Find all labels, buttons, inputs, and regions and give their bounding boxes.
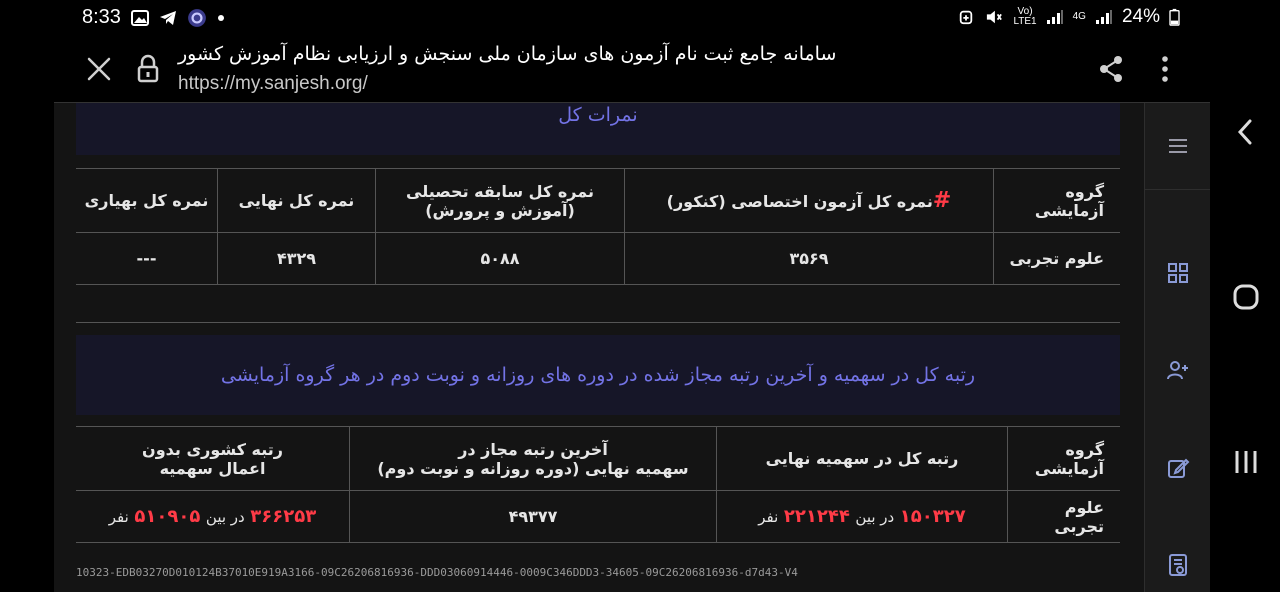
recent-apps-icon[interactable] — [1232, 448, 1260, 476]
page-url[interactable]: https://my.sanjesh.org/ — [178, 73, 368, 95]
col-header-spring: نمره کل بهیاری — [76, 168, 218, 233]
grades-table: گروه آزمایشی #نمره کل آزمون اختصاصی (کنک… — [76, 168, 1120, 285]
site-sidebar — [1144, 103, 1210, 592]
custom-tab-toolbar: سامانه جامع ثبت نام آزمون های سازمان ملی… — [54, 36, 1210, 102]
network-4g-indicator: 4G — [1072, 11, 1086, 22]
cell-edu-score: ۵۰۸۸ — [375, 232, 625, 285]
cell-rank-quota: ۱۵۰۳۲۷ در بین ۲۲۱۲۴۴ نفر — [716, 490, 1008, 543]
telegram-icon — [159, 10, 176, 25]
clock: 8:33 — [82, 6, 121, 28]
home-icon[interactable] — [1232, 283, 1260, 311]
page-title: سامانه جامع ثبت نام آزمون های سازمان ملی… — [178, 43, 837, 65]
section-divider — [76, 322, 1120, 323]
cell-group: علوم تجربی — [993, 232, 1120, 285]
signal-icon-2 — [1095, 10, 1112, 24]
grades-section-header: نمرات کل — [76, 103, 1120, 155]
app-notification-icon — [188, 8, 206, 27]
national-rank-value: ۳۶۶۲۵۳ — [250, 506, 317, 527]
hamburger-menu-icon[interactable] — [1166, 134, 1190, 158]
col-header-group: گروه آزمایشی — [993, 168, 1120, 233]
col-header-exam: #نمره کل آزمون اختصاصی (کنکور) — [624, 168, 994, 233]
web-content[interactable]: نمرات کل گروه آزمایشی #نمره کل آزمون اخت… — [54, 102, 1210, 592]
table-row: علوم تجربی ۳۵۶۹ ۵۰۸۸ ۴۳۲۹ --- — [76, 232, 1120, 285]
document-icon[interactable] — [1166, 553, 1190, 577]
cell-national-rank: ۳۶۶۲۵۳ در بین ۵۱۰۹۰۵ نفر — [76, 490, 350, 543]
table-row: علوم تجربی ۱۵۰۳۲۷ در بین ۲۲۱۲۴۴ نفر ۴۹۳۷… — [76, 490, 1120, 543]
col-header-final: نمره کل نهایی — [217, 168, 376, 233]
alarm-icon — [960, 10, 973, 25]
signal-icon-1 — [1046, 10, 1063, 24]
gallery-icon — [130, 9, 149, 26]
cell-exam-score: ۳۵۶۹ — [624, 232, 994, 285]
mute-icon — [987, 10, 1003, 24]
more-notifications-dot — [217, 14, 224, 21]
col-header-national-rank: رتبه کشوری بدون اعمال سهمیه — [76, 426, 350, 491]
dashboard-grid-icon[interactable] — [1166, 261, 1190, 285]
hash-marker: # — [932, 188, 952, 213]
rank-total: ۲۲۱۲۴۴ — [783, 506, 850, 527]
rank-section-header: رتبه کل در سهمیه و آخرین رتبه مجاز شده د… — [76, 335, 1120, 415]
tracking-code: 10323-EDB03270D010124B37010E919A3166-09C… — [76, 566, 798, 579]
lock-icon[interactable] — [135, 54, 161, 84]
cell-last-allowed: ۴۹۳۷۷ — [349, 490, 717, 543]
add-user-icon[interactable] — [1166, 358, 1190, 382]
cell-group: علوم تجربی — [1007, 490, 1120, 543]
edit-icon[interactable] — [1166, 456, 1190, 480]
share-icon[interactable] — [1096, 54, 1126, 84]
col-header-group: گروه آزمایشی — [1007, 426, 1120, 491]
results-page: نمرات کل گروه آزمایشی #نمره کل آزمون اخت… — [76, 103, 1120, 592]
rank-table: گروه آزمایشی رتبه کل در سهمیه نهایی آخری… — [76, 426, 1120, 543]
status-bar: 8:33 Vo) LTE1 4G 24% — [0, 0, 1280, 36]
back-icon[interactable] — [1232, 118, 1260, 146]
col-header-last-allowed: آخرین رتبه مجاز در سهمیه نهایی (دوره روزا… — [349, 426, 717, 491]
cell-final-score: ۴۳۲۹ — [217, 232, 376, 285]
sidebar-divider — [1145, 189, 1210, 190]
national-rank-total: ۵۱۰۹۰۵ — [134, 506, 201, 527]
more-options-icon[interactable] — [1160, 54, 1170, 84]
battery-percent: 24% — [1121, 6, 1160, 27]
col-header-rank-quota: رتبه کل در سهمیه نهایی — [716, 426, 1008, 491]
battery-icon — [1169, 8, 1180, 26]
col-header-edu: نمره کل سابقه تحصیلی (آموزش و پرورش) — [375, 168, 625, 233]
volte-indicator: Vo) LTE1 — [1013, 6, 1037, 27]
cell-spring-score: --- — [76, 232, 218, 285]
rank-value: ۱۵۰۳۲۷ — [899, 506, 966, 527]
close-icon[interactable] — [84, 54, 114, 84]
